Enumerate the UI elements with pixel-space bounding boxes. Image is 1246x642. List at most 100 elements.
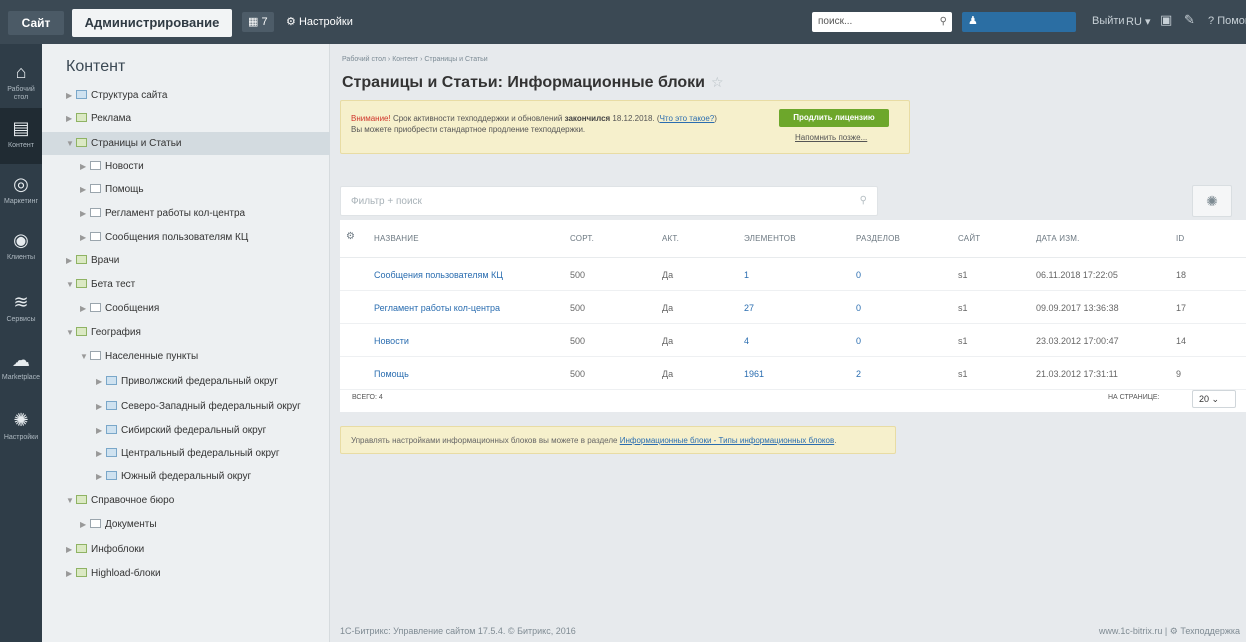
expand-arrow-icon[interactable]: ▶: [66, 107, 76, 130]
expand-arrow-icon[interactable]: ▶: [66, 249, 76, 272]
admin-button[interactable]: Администрирование: [72, 9, 232, 37]
cell-elements[interactable]: 1: [744, 270, 749, 280]
tree-item[interactable]: ▶ Южный федеральный округ: [42, 465, 330, 488]
expand-arrow-icon[interactable]: ▶: [96, 370, 106, 393]
user-menu[interactable]: ♟: [962, 12, 1076, 32]
rail-services[interactable]: ≋ Сервисы: [0, 282, 42, 338]
tree-item[interactable]: ▶ Помощь: [42, 178, 330, 201]
tree-item[interactable]: ▶ Сообщения пользователям КЦ: [42, 226, 330, 249]
expand-arrow-icon[interactable]: ▶: [80, 178, 90, 201]
cell-elements[interactable]: 27: [744, 303, 754, 313]
help-link[interactable]: ? Помощь: [1208, 15, 1246, 27]
expand-arrow-icon[interactable]: ▶: [96, 442, 106, 465]
window-icon[interactable]: ▣: [1160, 12, 1172, 28]
site-button[interactable]: Сайт: [8, 11, 64, 35]
expand-arrow-icon[interactable]: ▶: [80, 513, 90, 536]
rail-desktop[interactable]: ⌂ Рабочий стол: [0, 52, 42, 108]
support-link[interactable]: Техподдержка: [1180, 626, 1240, 636]
rail-marketing[interactable]: ◎ Маркетинг: [0, 164, 42, 220]
tree-item[interactable]: ▶ Сибирский федеральный округ: [42, 419, 330, 442]
settings-link[interactable]: ⚙ Настройки: [286, 15, 353, 28]
column-header[interactable]: ДАТА ИЗМ.: [1036, 234, 1080, 243]
cell-name[interactable]: Помощь: [374, 369, 409, 379]
tree-item[interactable]: ▶ Врачи: [42, 249, 330, 272]
what-is-it-link[interactable]: Что это такое?: [660, 114, 715, 123]
breadcrumb-pages[interactable]: Страницы и Статьи: [424, 56, 487, 63]
bitrix-site-link[interactable]: www.1c-bitrix.ru: [1099, 626, 1163, 636]
expand-arrow-icon[interactable]: ▶: [66, 84, 76, 107]
filter-search-input[interactable]: Фильтр + поиск ⚲: [340, 186, 878, 216]
cell-sections[interactable]: 0: [856, 303, 861, 313]
notifications-badge[interactable]: ▦ 7: [242, 12, 274, 32]
rail-content[interactable]: ▤ Контент: [0, 108, 42, 164]
tree-item[interactable]: ▶ Инфоблоки: [42, 538, 330, 561]
collapse-arrow-icon[interactable]: ▼: [66, 273, 76, 296]
collapse-arrow-icon[interactable]: ▼: [80, 345, 90, 368]
tree-item[interactable]: ▼ География: [42, 321, 330, 344]
remind-later-link[interactable]: Напомнить позже...: [795, 133, 867, 142]
logout-link[interactable]: Выйти: [1092, 15, 1125, 27]
expand-arrow-icon[interactable]: ▶: [66, 538, 76, 561]
collapse-arrow-icon[interactable]: ▼: [66, 489, 76, 512]
infoblock-types-link[interactable]: Информационные блоки - Типы информационн…: [620, 436, 835, 445]
column-header[interactable]: САЙТ: [958, 234, 980, 243]
cell-name[interactable]: Регламент работы кол-центра: [374, 303, 500, 313]
rail-clients[interactable]: ◉ Клиенты: [0, 220, 42, 276]
search-icon[interactable]: ⚲: [860, 195, 867, 206]
expand-arrow-icon[interactable]: ▶: [66, 562, 76, 585]
tree-item[interactable]: ▼ Справочное бюро: [42, 489, 330, 512]
expand-arrow-icon[interactable]: ▶: [96, 395, 106, 418]
tree-item[interactable]: ▶ Highload-блоки: [42, 562, 330, 585]
cell-elements[interactable]: 1961: [744, 369, 764, 379]
breadcrumb-content[interactable]: Контент: [392, 56, 418, 63]
language-selector[interactable]: RU ▾: [1126, 15, 1150, 28]
table-row[interactable]: Новости 500 Да 4 0 s1 23.03.2012 17:00:4…: [340, 324, 1246, 357]
per-page-select[interactable]: 20 ⌄: [1192, 390, 1236, 408]
column-header[interactable]: НАЗВАНИЕ: [374, 234, 419, 243]
tree-item[interactable]: ▶ Реклама: [42, 107, 330, 130]
grid-settings-button[interactable]: ✺: [1192, 185, 1232, 217]
column-header[interactable]: ID: [1176, 234, 1184, 243]
tree-item[interactable]: ▶ Центральный федеральный округ: [42, 442, 330, 465]
tree-item[interactable]: ▶ Новости: [42, 155, 330, 178]
expand-arrow-icon[interactable]: ▶: [80, 297, 90, 320]
rail-settings[interactable]: ✺ Настройки: [0, 400, 42, 456]
renew-license-button[interactable]: Продлить лицензию: [779, 109, 889, 127]
tree-item[interactable]: ▶ Документы: [42, 513, 330, 536]
tree-item[interactable]: ▶ Структура сайта: [42, 84, 330, 107]
column-header[interactable]: РАЗДЕЛОВ: [856, 234, 900, 243]
table-row[interactable]: Сообщения пользователям КЦ 500 Да 1 0 s1…: [340, 258, 1246, 291]
tree-item-selected[interactable]: ▼ Страницы и Статьи: [42, 132, 330, 155]
collapse-arrow-icon[interactable]: ▼: [66, 321, 76, 344]
expand-arrow-icon[interactable]: ▶: [80, 202, 90, 225]
tree-item[interactable]: ▶ Приволжский федеральный округ: [42, 370, 330, 393]
expand-arrow-icon[interactable]: ▶: [96, 419, 106, 442]
cell-sections[interactable]: 0: [856, 336, 861, 346]
column-settings-icon[interactable]: ⚙: [346, 231, 355, 242]
tree-item[interactable]: ▶ Северо-Западный федеральный округ: [42, 395, 330, 418]
cell-sections[interactable]: 2: [856, 369, 861, 379]
column-header[interactable]: СОРТ.: [570, 234, 594, 243]
expand-arrow-icon[interactable]: ▶: [80, 226, 90, 249]
pin-icon[interactable]: ✎: [1184, 12, 1195, 28]
tree-item[interactable]: ▼ Бета тест: [42, 273, 330, 296]
table-row[interactable]: Регламент работы кол-центра 500 Да 27 0 …: [340, 291, 1246, 324]
cell-elements[interactable]: 4: [744, 336, 749, 346]
tree-item[interactable]: ▼ Населенные пункты: [42, 345, 330, 368]
collapse-arrow-icon[interactable]: ▼: [66, 132, 76, 155]
search-input[interactable]: поиск... ⚲: [812, 12, 952, 32]
rail-marketplace[interactable]: ☁ Marketplace: [0, 340, 42, 396]
cell-sections[interactable]: 0: [856, 270, 861, 280]
expand-arrow-icon[interactable]: ▶: [80, 155, 90, 178]
tree-item[interactable]: ▶ Сообщения: [42, 297, 330, 320]
breadcrumb-desktop[interactable]: Рабочий стол: [342, 56, 386, 63]
cell-name[interactable]: Новости: [374, 336, 409, 346]
table-row[interactable]: Помощь 500 Да 1961 2 s1 21.03.2012 17:31…: [340, 357, 1246, 390]
tree-item[interactable]: ▶ Регламент работы кол-центра: [42, 202, 330, 225]
cell-name[interactable]: Сообщения пользователям КЦ: [374, 270, 503, 280]
search-icon[interactable]: ⚲: [940, 12, 947, 32]
column-header[interactable]: ЭЛЕМЕНТОВ: [744, 234, 796, 243]
column-header[interactable]: АКТ.: [662, 234, 679, 243]
favorite-star-icon[interactable]: ☆: [711, 74, 724, 90]
expand-arrow-icon[interactable]: ▶: [96, 465, 106, 488]
